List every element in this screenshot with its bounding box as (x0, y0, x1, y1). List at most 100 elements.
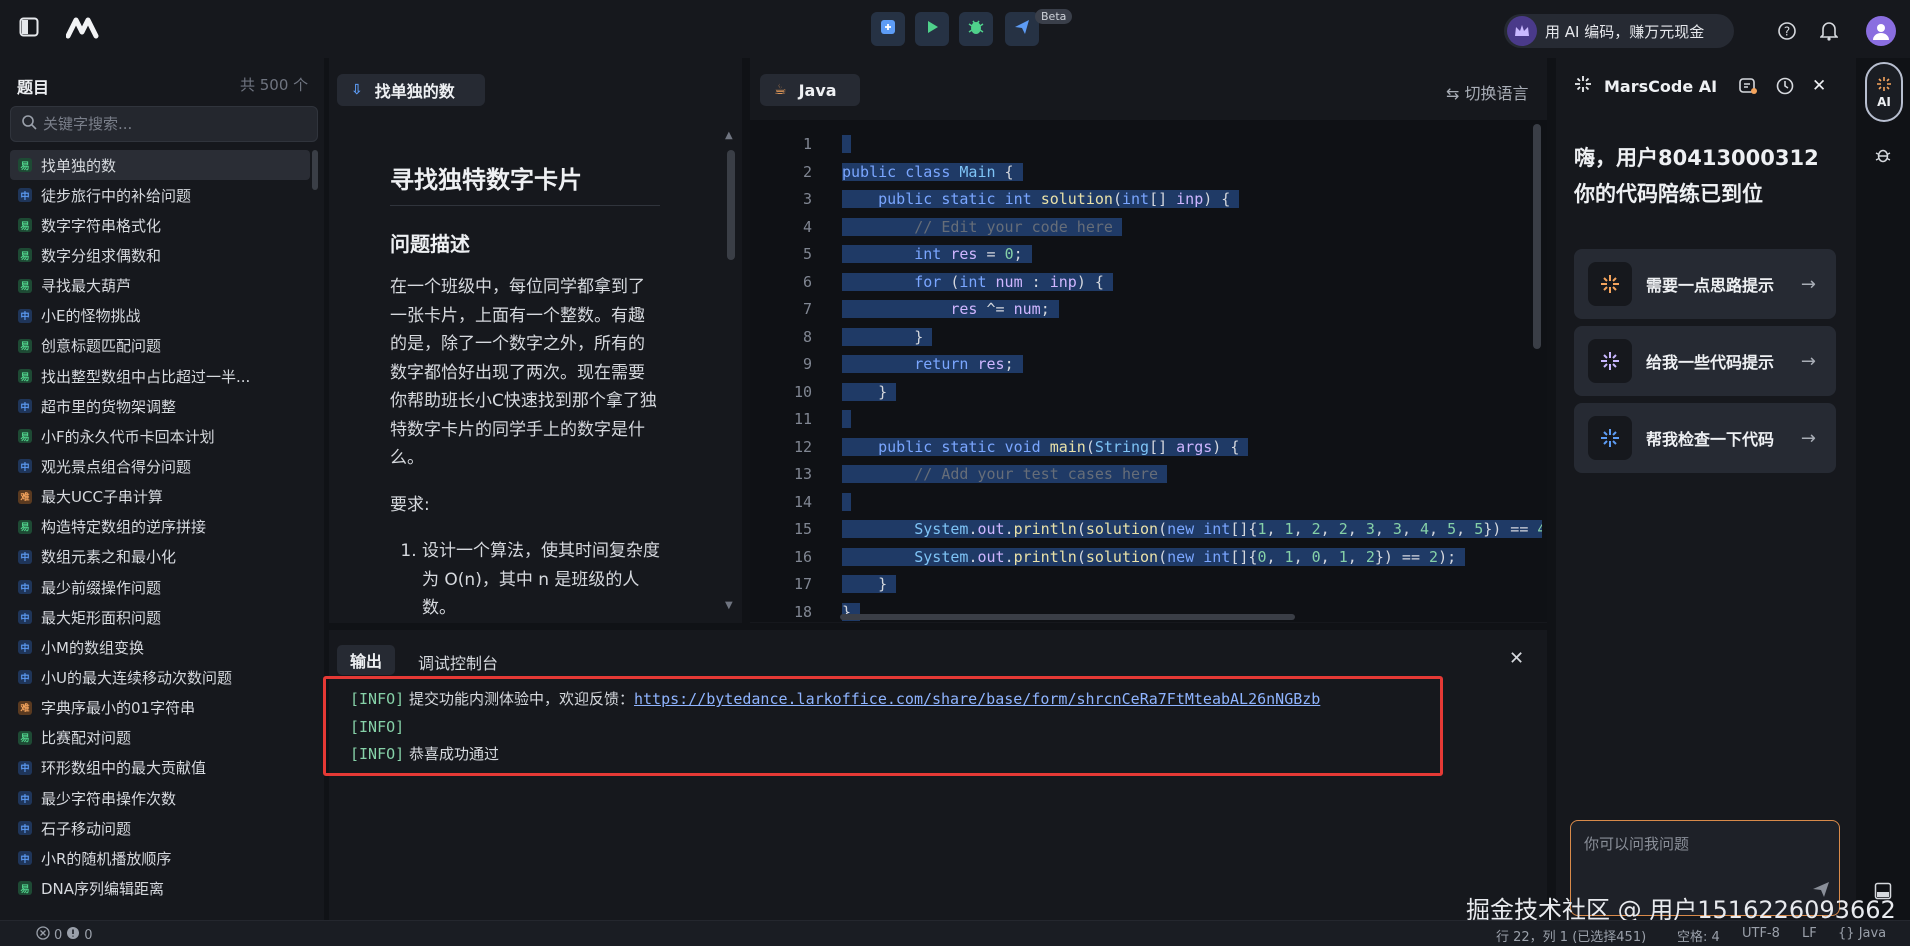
switch-language-label: 切换语言 (1464, 84, 1529, 103)
output-line: [INFO] (350, 714, 1320, 742)
problem-search-input[interactable] (43, 115, 303, 133)
code-line: // Add your test cases here (842, 461, 1542, 489)
requirements-label: 要求: (390, 494, 430, 515)
line-number: 10 (793, 382, 812, 401)
problem-title: 最少前缀操作问题 (41, 578, 162, 597)
switch-language-button[interactable]: ⇆ 切换语言 (1446, 80, 1529, 104)
problem-title: 最大UCC子串计算 (41, 488, 163, 507)
marscode-logo[interactable] (65, 16, 102, 44)
scroll-up-icon[interactable]: ▲ (725, 130, 733, 141)
problem-list-item[interactable]: 中小E的怪物挑战 (10, 301, 310, 331)
problem-list-item[interactable]: 中最少前缀操作问题 (10, 572, 310, 602)
problem-title: 最少字符串操作次数 (41, 789, 177, 808)
share-button[interactable] (1005, 12, 1039, 46)
problem-list-item[interactable]: 难字典序最小的01字符串 (10, 693, 310, 723)
problem-list-item[interactable]: 中徒步旅行中的补给问题 (10, 180, 310, 210)
problem-search-box[interactable] (10, 106, 318, 142)
ai-promo-button[interactable]: 用 AI 编码，赚万元现金 (1504, 14, 1734, 48)
problems-indicator[interactable]: 0 0 (36, 926, 93, 944)
close-ai-icon[interactable]: ✕ (1812, 76, 1826, 96)
problem-tab-label: 找单独的数 (374, 82, 455, 101)
bug-icon[interactable] (1874, 146, 1892, 168)
problem-list-item[interactable]: 难最大UCC子串计算 (10, 482, 310, 512)
history-icon[interactable] (1775, 76, 1795, 100)
editor-horizontal-scrollbar[interactable] (840, 614, 1295, 620)
language-tab[interactable]: ☕ Java (760, 74, 860, 106)
ai-hint-code-button[interactable]: 给我一些代码提示 → (1574, 326, 1836, 396)
line-number: 16 (793, 547, 812, 566)
sparkle-icon (1588, 262, 1632, 306)
problem-list-item[interactable]: 中数组元素之和最小化 (10, 542, 310, 572)
line-number: 18 (793, 602, 812, 621)
indent-setting[interactable]: 空格: 4 (1677, 926, 1720, 945)
problem-list-item[interactable]: 中石子移动问题 (10, 813, 310, 843)
feedback-link[interactable]: https://bytedance.larkoffice.com/share/b… (634, 690, 1320, 708)
tab-debug-console[interactable]: 调试控制台 (418, 650, 498, 674)
code-content[interactable]: public class Main { public static int so… (842, 131, 1542, 626)
line-ending[interactable]: LF (1802, 926, 1817, 941)
problem-list-item[interactable]: 易数字字符串格式化 (10, 210, 310, 240)
new-chat-icon[interactable] (1738, 76, 1758, 100)
bell-icon[interactable] (1819, 21, 1839, 45)
sidebar-toggle-button[interactable] (12, 12, 46, 46)
ai-toggle-button[interactable]: AI (1865, 62, 1903, 122)
arrow-right-icon: → (1800, 350, 1816, 372)
problem-list-item[interactable]: 易构造特定数组的逆序拼接 (10, 512, 310, 542)
problem-list-item[interactable]: 中超市里的货物架调整 (10, 391, 310, 421)
problem-list-item[interactable]: 中最少字符串操作次数 (10, 783, 310, 813)
problem-list-item[interactable]: 中小U的最大连续移动次数问题 (10, 662, 310, 692)
language-mode[interactable]: {} Java (1838, 926, 1886, 941)
problem-title: 找单独的数 (41, 156, 117, 175)
scroll-down-icon[interactable]: ▼ (725, 600, 733, 611)
code-line: } (842, 327, 933, 346)
problem-list-item[interactable]: 中观光景点组合得分问题 (10, 451, 310, 481)
problem-list-item[interactable]: 易数字分组求偶数和 (10, 240, 310, 270)
close-icon[interactable]: ✕ (1509, 648, 1524, 669)
tab-output[interactable]: 输出 (337, 645, 395, 675)
problem-list-item[interactable]: 中环形数组中的最大贡献值 (10, 753, 310, 783)
submit-button[interactable] (871, 12, 905, 46)
ai-hint-idea-button[interactable]: 需要一点思路提示 → (1574, 249, 1836, 319)
line-number: 7 (802, 300, 812, 318)
problem-list-item[interactable]: 易 DNA序列编辑距离 (10, 873, 310, 903)
run-button[interactable] (915, 12, 949, 46)
warning-count: 0 (84, 927, 93, 943)
problem-title: 小F的永久代币卡回本计划 (41, 427, 215, 446)
problem-title: 石子移动问题 (41, 819, 132, 838)
problem-scrollbar[interactable] (727, 150, 735, 260)
problem-list-item[interactable]: 易找出整型数组中占比超过一半... (10, 361, 310, 391)
problem-title: 小U的最大连续移动次数问题 (41, 668, 232, 687)
problem-list-item[interactable]: 易创意标题匹配问题 (10, 331, 310, 361)
output-lines: [INFO] 提交功能内测体验中，欢迎反馈：https://bytedance.… (350, 686, 1320, 769)
language-tab-label: Java (798, 80, 837, 100)
problem-list-scrollbar[interactable] (312, 150, 318, 190)
encoding[interactable]: UTF-8 (1742, 926, 1780, 941)
problem-title: 构造特定数组的逆序拼接 (41, 518, 207, 537)
debug-button[interactable] (959, 12, 993, 46)
editor-vertical-scrollbar[interactable] (1533, 124, 1541, 349)
problem-list-item[interactable]: 易寻找最大葫芦 (10, 271, 310, 301)
difficulty-badge: 易 (18, 881, 32, 896)
right-rail (1860, 58, 1910, 920)
problem-list-item[interactable]: 中小M的数组变换 (10, 632, 310, 662)
code-line (842, 131, 1542, 159)
search-icon (21, 114, 37, 134)
ai-chat-input[interactable] (1584, 833, 1834, 883)
problem-list-item[interactable]: 易小F的永久代币卡回本计划 (10, 421, 310, 451)
difficulty-badge: 易 (18, 369, 32, 384)
help-icon[interactable]: ? (1777, 21, 1797, 45)
code-line: // Edit your code here (842, 214, 1542, 242)
problem-title: 数组元素之和最小化 (41, 548, 177, 567)
problem-list-item[interactable]: 中小R的随机播放顺序 (10, 843, 310, 873)
user-avatar[interactable] (1866, 16, 1896, 46)
problem-tab[interactable]: ⇩ 找单独的数 (337, 74, 485, 106)
language-mode-label: Java (1858, 926, 1887, 941)
problem-list-item[interactable]: 易找单独的数 (10, 150, 310, 181)
ai-check-code-button[interactable]: 帮我检查一下代码 → (1574, 403, 1836, 473)
cursor-position[interactable]: 行 22，列 1 (已选择451) (1496, 926, 1646, 945)
problem-list-item[interactable]: 中最大矩形面积问题 (10, 602, 310, 632)
svg-text:?: ? (1784, 25, 1790, 39)
problem-description: 在一个班级中，每位同学都拿到了一张卡片，上面有一个整数。有趣的是，除了一个数字之… (390, 277, 657, 468)
problem-list-item[interactable]: 易比赛配对问题 (10, 723, 310, 753)
problem-list: 易找单独的数中徒步旅行中的补给问题易数字字符串格式化易数字分组求偶数和易寻找最大… (10, 150, 310, 920)
